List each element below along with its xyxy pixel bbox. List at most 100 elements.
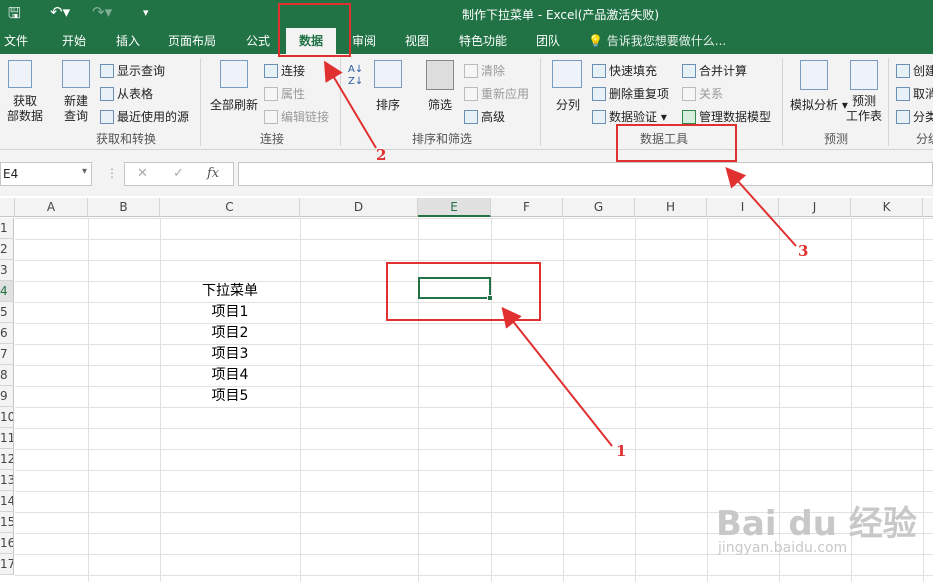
- cell-c9[interactable]: 项目5: [160, 386, 300, 407]
- formula-input[interactable]: [238, 162, 933, 186]
- column-header-d[interactable]: D: [300, 198, 418, 217]
- group-button[interactable]: 创建: [896, 62, 933, 79]
- tab-team[interactable]: 团队: [526, 28, 570, 54]
- properties-button[interactable]: 属性: [264, 85, 305, 102]
- flash-fill-icon: [592, 64, 606, 78]
- consolidate-button[interactable]: 合并计算: [682, 62, 747, 79]
- gridline: [563, 218, 564, 582]
- tab-insert[interactable]: 插入: [104, 28, 152, 54]
- active-cell-e4[interactable]: [418, 277, 493, 301]
- cell-c8[interactable]: 项目4: [160, 365, 300, 386]
- from-table-button[interactable]: 从表格: [100, 85, 153, 102]
- cell-c6[interactable]: 项目2: [160, 323, 300, 344]
- row-header-14[interactable]: 14: [0, 491, 14, 512]
- subtotal-icon: [896, 110, 910, 124]
- tab-home[interactable]: 开始: [50, 28, 98, 54]
- row-header-2[interactable]: 2: [0, 239, 14, 260]
- sort-az-icon[interactable]: A↓ Z↓: [348, 64, 363, 88]
- relationships-button[interactable]: 关系: [682, 85, 723, 102]
- row-header-1[interactable]: 1: [0, 218, 14, 239]
- text-to-columns-icon: [552, 60, 582, 88]
- undo-icon[interactable]: ↶▾: [50, 3, 70, 21]
- row-header-4[interactable]: 4: [0, 281, 14, 302]
- edit-links-button[interactable]: 编辑链接: [264, 108, 329, 125]
- row-header-6[interactable]: 6: [0, 323, 14, 344]
- advanced-filter-button[interactable]: 高级: [464, 108, 505, 125]
- tab-formulas[interactable]: 公式: [234, 28, 282, 54]
- row-header-3[interactable]: 3: [0, 260, 14, 281]
- row-header-10[interactable]: 10: [0, 407, 14, 428]
- connections-icon: [264, 64, 278, 78]
- insert-function-icon[interactable]: fx: [207, 166, 219, 181]
- cell-c5[interactable]: 项目1: [160, 302, 300, 323]
- row-header-9[interactable]: 9: [0, 386, 14, 407]
- get-external-data-button[interactable]: 获取 部数据: [0, 94, 50, 124]
- row-header-13[interactable]: 13: [0, 470, 14, 491]
- column-header-a[interactable]: A: [15, 198, 88, 217]
- ungroup-icon: [896, 87, 910, 101]
- customize-qat-icon[interactable]: ▾: [143, 6, 149, 19]
- tab-special[interactable]: 特色功能: [450, 28, 516, 54]
- gridline: [491, 218, 492, 582]
- forecast-sheet-button[interactable]: 预测 工作表: [844, 94, 884, 124]
- flash-fill-label: 快速填充: [609, 64, 658, 78]
- external-data-icon: [8, 60, 32, 88]
- new-query-icon: [62, 60, 90, 88]
- column-header-k[interactable]: K: [851, 198, 923, 217]
- column-header-e[interactable]: E: [418, 198, 491, 217]
- watermark-url: jingyan.baidu.com: [718, 540, 848, 556]
- tell-me-box[interactable]: 💡 告诉我您想要做什么...: [588, 28, 726, 54]
- cancel-icon[interactable]: ✕: [137, 166, 148, 181]
- connections-button[interactable]: 连接: [264, 62, 305, 79]
- show-queries-button[interactable]: 显示查询: [100, 62, 165, 79]
- tab-view[interactable]: 视图: [394, 28, 440, 54]
- enter-icon[interactable]: ✓: [173, 166, 184, 181]
- flash-fill-button[interactable]: 快速填充: [592, 62, 657, 79]
- redo-icon[interactable]: ↷▾: [92, 3, 112, 21]
- cell-c4[interactable]: 下拉菜单: [160, 281, 300, 302]
- row-header-11[interactable]: 11: [0, 428, 14, 449]
- column-header-g[interactable]: G: [563, 198, 635, 217]
- tab-file[interactable]: 文件: [0, 28, 32, 54]
- row-header-16[interactable]: 16: [0, 533, 14, 554]
- save-icon[interactable]: 🖫: [8, 3, 21, 28]
- row-header-12[interactable]: 12: [0, 449, 14, 470]
- reapply-button[interactable]: 重新应用: [464, 85, 529, 102]
- column-header-h[interactable]: H: [635, 198, 707, 217]
- text-to-columns-button[interactable]: 分列: [556, 96, 580, 113]
- new-query-button[interactable]: 新建 查询: [56, 94, 96, 124]
- manage-data-model-button[interactable]: 管理数据模型: [682, 108, 771, 125]
- formula-buttons: ✕ ✓ fx: [124, 162, 234, 186]
- recent-sources-label: 最近使用的源: [117, 110, 190, 124]
- column-header-c[interactable]: C: [160, 198, 300, 217]
- properties-label: 属性: [281, 87, 306, 101]
- row-header-7[interactable]: 7: [0, 344, 14, 365]
- filter-button[interactable]: 筛选: [428, 96, 452, 113]
- fill-handle[interactable]: [487, 295, 493, 301]
- name-box[interactable]: E4 ▾: [0, 162, 92, 186]
- column-header-f[interactable]: F: [491, 198, 563, 217]
- tab-review[interactable]: 审阅: [344, 28, 384, 54]
- cell-c7[interactable]: 项目3: [160, 344, 300, 365]
- column-header-l[interactable]: [923, 198, 933, 217]
- row-header-15[interactable]: 15: [0, 512, 14, 533]
- recent-sources-button[interactable]: 最近使用的源: [100, 108, 189, 125]
- row-header-17[interactable]: 17: [0, 554, 14, 575]
- clear-button[interactable]: 清除: [464, 62, 505, 79]
- row-header-8[interactable]: 8: [0, 365, 14, 386]
- column-header-i[interactable]: I: [707, 198, 779, 217]
- what-if-analysis-button[interactable]: 模拟分析 ▾: [790, 96, 848, 113]
- tab-page-layout[interactable]: 页面布局: [160, 28, 224, 54]
- ungroup-button[interactable]: 取消: [896, 85, 933, 102]
- subtotal-button[interactable]: 分类: [896, 108, 933, 125]
- tab-data[interactable]: 数据: [286, 28, 336, 54]
- data-validation-button[interactable]: 数据验证 ▾: [592, 108, 667, 125]
- remove-duplicates-button[interactable]: 删除重复项: [592, 85, 669, 102]
- select-all-corner[interactable]: [0, 198, 15, 217]
- refresh-all-button[interactable]: 全部刷新: [206, 96, 262, 113]
- chevron-down-icon[interactable]: ▾: [82, 166, 87, 177]
- column-header-j[interactable]: J: [779, 198, 851, 217]
- row-header-5[interactable]: 5: [0, 302, 14, 323]
- sort-button[interactable]: 排序: [376, 96, 400, 113]
- column-header-b[interactable]: B: [88, 198, 160, 217]
